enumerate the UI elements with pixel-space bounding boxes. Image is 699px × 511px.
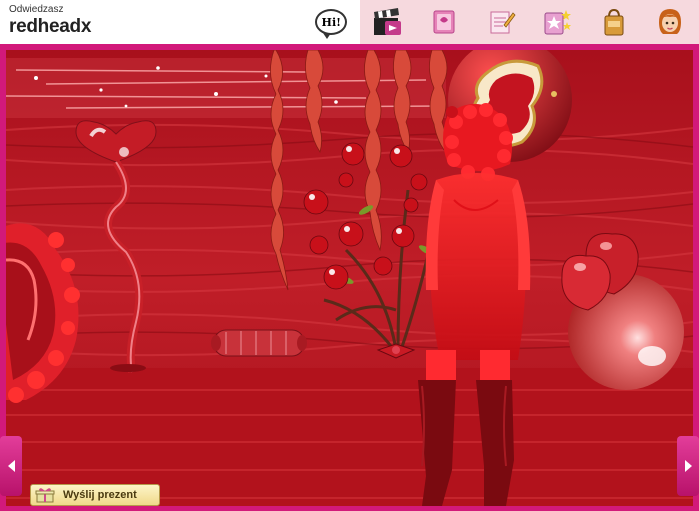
girl-avatar-icon bbox=[659, 9, 682, 34]
hi-speech-bubble-icon: Hi! bbox=[315, 9, 348, 39]
next-room-button[interactable] bbox=[677, 436, 699, 496]
diary-icon bbox=[433, 10, 455, 34]
send-gift-label: Wyślij prezent bbox=[63, 489, 137, 501]
username[interactable]: redheadx bbox=[9, 16, 91, 38]
diary-button[interactable] bbox=[416, 0, 473, 44]
previous-room-button[interactable] bbox=[0, 436, 22, 496]
toolbar: Hi! bbox=[303, 0, 699, 44]
movies-button[interactable] bbox=[360, 0, 417, 44]
arrow-left-icon bbox=[7, 460, 15, 472]
shop-button[interactable] bbox=[586, 0, 643, 44]
arrow-right-icon bbox=[684, 460, 692, 472]
hi-button[interactable]: Hi! bbox=[303, 0, 360, 44]
gift-icon bbox=[35, 488, 55, 503]
shopping-bag-icon bbox=[604, 8, 624, 36]
header: Odwiedzasz redheadx Hi! bbox=[0, 0, 699, 44]
star-book-icon bbox=[544, 10, 572, 35]
notes-button[interactable] bbox=[473, 0, 530, 44]
stars-button[interactable] bbox=[529, 0, 586, 44]
visit-label: Odwiedzasz bbox=[9, 4, 64, 15]
candy-roll bbox=[211, 329, 307, 357]
avatar-button[interactable] bbox=[642, 0, 699, 44]
clapperboard-icon bbox=[373, 8, 401, 35]
notepad-pencil-icon bbox=[490, 11, 516, 34]
send-gift-button[interactable]: Wyślij prezent bbox=[30, 484, 160, 506]
room-scene bbox=[6, 50, 693, 506]
room-background bbox=[6, 50, 693, 506]
